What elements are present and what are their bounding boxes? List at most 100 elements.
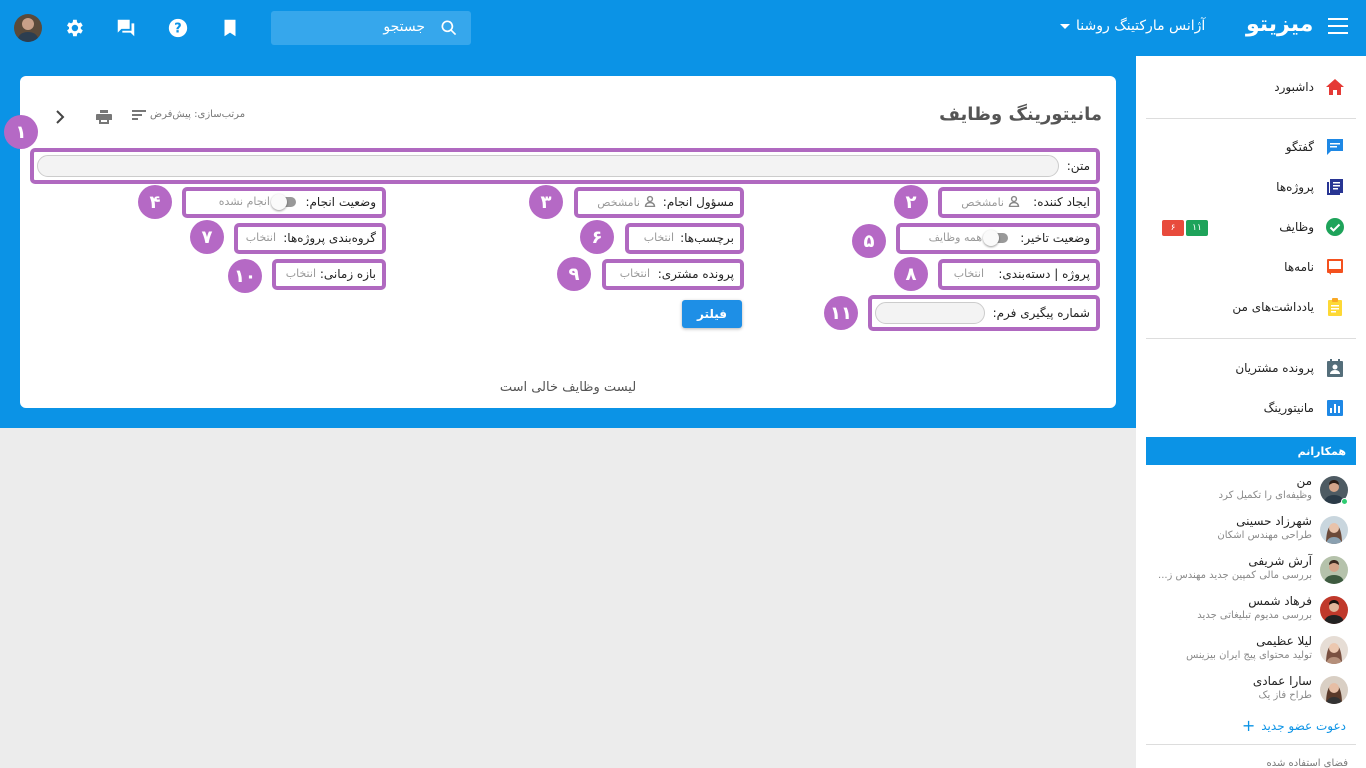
notes-icon <box>1324 296 1346 318</box>
chevron-right-icon[interactable] <box>54 109 66 124</box>
grouping-label: گروه‌بندی پروژه‌ها: <box>283 231 376 245</box>
tracking-input[interactable] <box>875 302 985 324</box>
tags-value: انتخاب <box>643 231 674 244</box>
marker-10: ۱۰ <box>228 259 262 293</box>
used-space-label: فضای استفاده شده <box>1266 758 1348 768</box>
customers-icon <box>1324 357 1346 379</box>
status-filter[interactable]: وضعیت انجام: انجام نشده <box>182 187 386 218</box>
marker-2: ۲ <box>894 185 928 219</box>
sort-button[interactable]: مرتب‌سازی: پیش‌فرض <box>132 109 245 120</box>
project-value: انتخاب <box>953 267 984 280</box>
top-bar: ? جستجو آژانس مارکتینگ روشنا میزیتو <box>0 0 1366 56</box>
print-icon[interactable] <box>96 109 112 124</box>
avatar <box>1320 636 1348 664</box>
member-item[interactable]: من وظیفه‌ای را تکمیل کرد <box>1143 472 1348 508</box>
divider <box>1146 118 1356 119</box>
page-title: مانیتورینگ وظایف <box>939 104 1102 125</box>
help-icon[interactable]: ? <box>166 16 190 40</box>
avatar <box>1320 596 1348 624</box>
avatar <box>1320 516 1348 544</box>
chat-icon <box>1324 136 1346 158</box>
divider <box>1146 338 1356 339</box>
sidebar-item-monitoring[interactable]: مانیتورینگ <box>1146 393 1346 423</box>
member-item[interactable]: فرهاد شمس بررسی مدیوم تبلیغاتی جدید <box>1143 592 1348 628</box>
marker-9: ۹ <box>557 257 591 291</box>
period-label: بازه زمانی: <box>319 267 376 281</box>
status-toggle[interactable] <box>271 193 296 210</box>
grouping-value: انتخاب <box>245 231 276 244</box>
marker-11: ۱۱ <box>824 296 858 330</box>
agency-selector[interactable]: آژانس مارکتینگ روشنا <box>1060 18 1205 34</box>
project-label: پروژه | دسته‌بندی: <box>998 267 1090 281</box>
marker-4: ۴ <box>138 185 172 219</box>
monitoring-icon <box>1324 397 1346 419</box>
chevron-down-icon <box>1060 23 1070 29</box>
project-filter[interactable]: پروژه | دسته‌بندی: انتخاب <box>938 259 1100 290</box>
sidebar: داشبورد گفتگو پروژه‌ها وظایف ۱۱ ۶ نامه‌ه… <box>1136 56 1366 768</box>
member-item[interactable]: لیلا عظیمی تولید محتوای پیج ایران بیزینس <box>1143 632 1348 668</box>
tags-label: برچسب‌ها: <box>680 231 734 245</box>
customer-label: پرونده مشتری: <box>657 267 734 281</box>
plus-icon: + <box>1241 716 1256 735</box>
home-icon <box>1324 76 1346 98</box>
search-label: جستجو <box>383 19 425 35</box>
period-value: انتخاب <box>285 267 316 280</box>
invite-label: دعوت عضو جدید <box>1261 718 1346 733</box>
text-input[interactable] <box>37 155 1059 177</box>
tasks-icon <box>1324 216 1346 238</box>
sort-label: مرتب‌سازی: پیش‌فرض <box>150 109 246 120</box>
monitoring-card: مانیتورینگ وظایف مرتب‌سازی: پیش‌فرض متن:… <box>4 76 1116 408</box>
brand-logo[interactable]: میزیتو <box>1246 12 1313 37</box>
marker-1: ۱ <box>4 115 38 149</box>
marker-3: ۳ <box>529 185 563 219</box>
search-icon <box>439 18 459 38</box>
person-icon <box>644 195 656 210</box>
marker-6: ۶ <box>580 220 614 254</box>
creator-label: ایجاد کننده: <box>1033 195 1090 209</box>
sidebar-item-dashboard[interactable]: داشبورد <box>1146 72 1346 102</box>
member-item[interactable]: سارا عمادی طراح فاز یک <box>1143 672 1348 708</box>
filter-button[interactable]: فیلتر <box>682 300 742 328</box>
colleagues-header: همکارانم <box>1146 437 1356 465</box>
marker-8: ۸ <box>894 257 928 291</box>
assignee-filter[interactable]: مسؤول انجام: نامشخص <box>574 187 744 218</box>
member-item[interactable]: آرش شریفی بررسی مالی کمپین جدید مهندس ز.… <box>1143 552 1348 588</box>
tags-filter[interactable]: برچسب‌ها: انتخاب <box>625 223 744 254</box>
bookmark-icon[interactable] <box>218 16 242 40</box>
search-box[interactable]: جستجو <box>271 11 471 45</box>
sidebar-item-customers[interactable]: پرونده مشتریان <box>1146 353 1346 383</box>
tracking-filter: شماره پیگیری فرم: <box>868 295 1100 331</box>
agency-name: آژانس مارکتینگ روشنا <box>1076 18 1206 34</box>
grouping-filter[interactable]: گروه‌بندی پروژه‌ها: انتخاب <box>234 223 386 254</box>
gear-icon[interactable] <box>62 16 86 40</box>
sidebar-item-chat[interactable]: گفتگو <box>1146 132 1346 162</box>
member-item[interactable]: شهرزاد حسینی طراحی مهندس اشکان <box>1143 512 1348 548</box>
assignee-value: نامشخص <box>597 195 656 210</box>
customer-filter[interactable]: پرونده مشتری: انتخاب <box>602 259 744 290</box>
customer-value: انتخاب <box>619 267 650 280</box>
status-label: وضعیت انجام: <box>305 195 376 209</box>
user-avatar[interactable] <box>14 14 42 42</box>
marker-5: ۵ <box>852 224 886 258</box>
empty-state: لیست وظایف خالی است <box>499 380 637 395</box>
period-filter[interactable]: بازه زمانی: انتخاب <box>272 259 386 290</box>
creator-filter[interactable]: ایجاد کننده: نامشخص <box>938 187 1100 218</box>
creator-value: نامشخص <box>961 195 1020 210</box>
status-value: انجام نشده <box>219 193 296 210</box>
delay-label: وضعیت تاخیر: <box>1020 231 1090 245</box>
messages-icon[interactable] <box>114 16 138 40</box>
person-icon <box>1008 195 1020 210</box>
hamburger-menu-icon[interactable] <box>1328 18 1348 38</box>
assignee-label: مسؤول انجام: <box>662 195 734 209</box>
sort-icon <box>132 109 146 120</box>
delay-filter[interactable]: وضعیت تاخیر: همه وظایف <box>896 223 1100 254</box>
tasks-badge-green: ۱۱ <box>1186 220 1208 236</box>
marker-7: ۷ <box>190 220 224 254</box>
invite-member-button[interactable]: دعوت عضو جدید + <box>1242 716 1346 735</box>
delay-toggle[interactable] <box>983 229 1008 246</box>
online-indicator <box>1341 498 1348 505</box>
text-label: متن: <box>1066 159 1090 173</box>
sidebar-item-projects[interactable]: پروژه‌ها <box>1146 172 1346 202</box>
sidebar-item-letters[interactable]: نامه‌ها <box>1146 252 1346 282</box>
sidebar-item-notes[interactable]: یادداشت‌های من <box>1146 292 1346 322</box>
